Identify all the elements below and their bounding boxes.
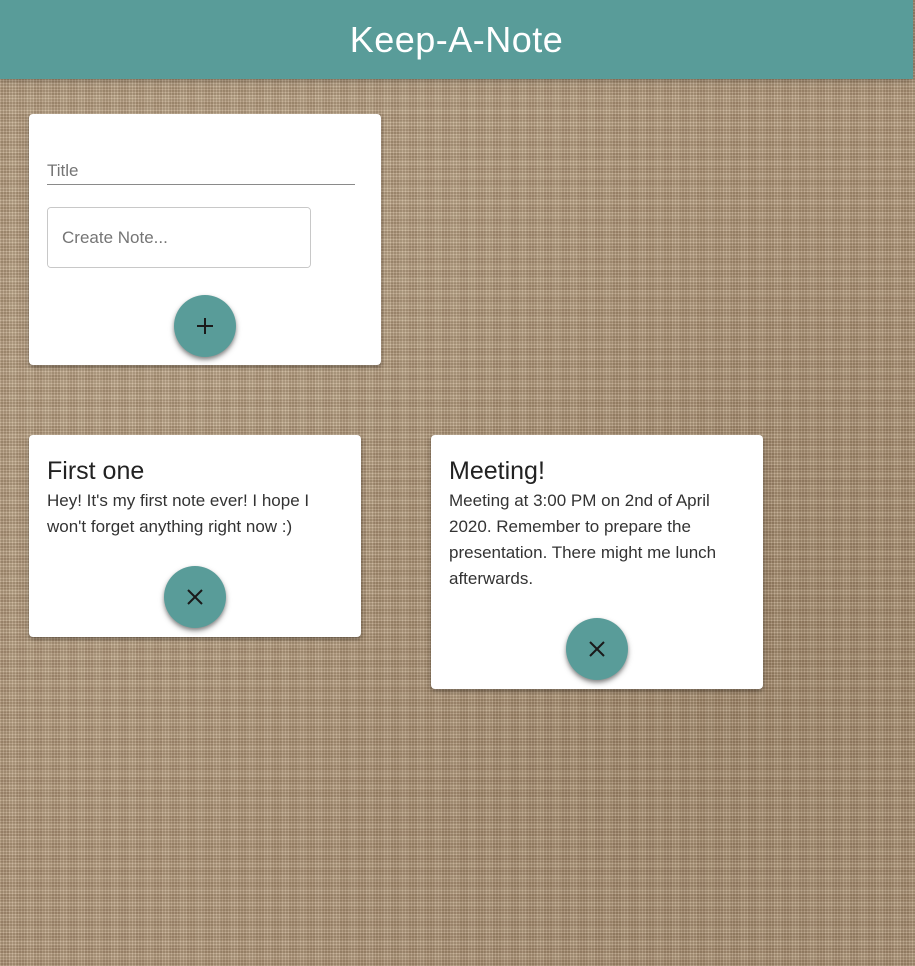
note-title: First one xyxy=(47,457,145,485)
add-icon xyxy=(194,315,216,337)
app-header: Keep-A-Note xyxy=(0,0,913,79)
note-card: Meeting! Meeting at 3:00 PM on 2nd of Ap… xyxy=(431,435,763,689)
note-card: First one Hey! It's my first note ever! … xyxy=(29,435,361,637)
create-note-form xyxy=(29,114,381,365)
delete-note-button[interactable] xyxy=(164,566,226,628)
delete-note-button[interactable] xyxy=(566,618,628,680)
note-content-input[interactable] xyxy=(47,207,311,268)
note-title-input[interactable] xyxy=(47,158,355,185)
add-note-button[interactable] xyxy=(174,295,236,357)
close-icon xyxy=(587,639,607,659)
app-title: Keep-A-Note xyxy=(349,18,564,60)
note-content: Meeting at 3:00 PM on 2nd of April 2020.… xyxy=(449,491,717,588)
note-title: Meeting! xyxy=(449,457,545,485)
note-content: Hey! It's my first note ever! I hope I w… xyxy=(47,491,310,536)
close-icon xyxy=(185,587,205,607)
